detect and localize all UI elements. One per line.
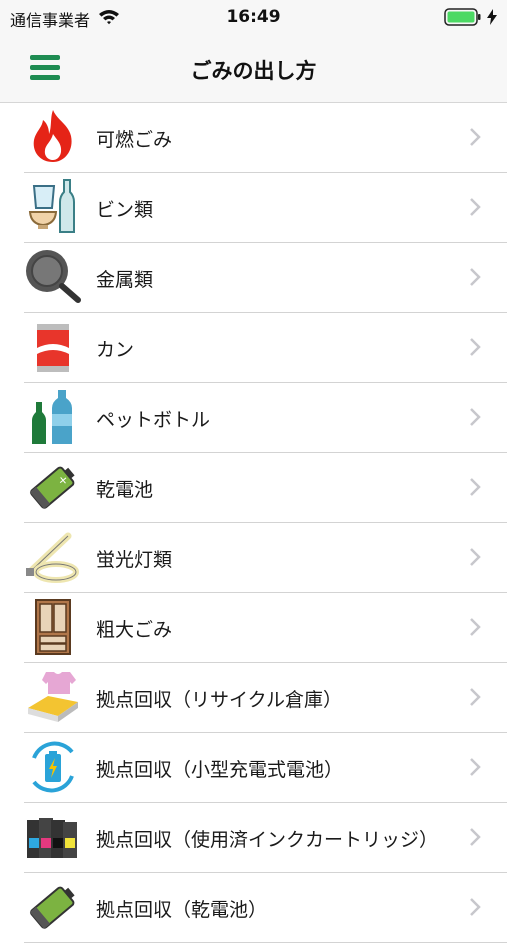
chevron-right-icon: [469, 477, 481, 497]
chevron-right-icon: [469, 127, 481, 147]
status-bar: 通信事業者 16:49: [0, 0, 507, 36]
navigation-bar: ごみの出し方: [0, 36, 507, 103]
list-item[interactable]: 拠点回収（使用済インクカートリッジ）: [24, 803, 507, 873]
list-item-label: 拠点回収（小型充電式電池）: [96, 759, 344, 781]
chevron-right-icon: [469, 687, 481, 707]
battery-cell-icon: +: [24, 458, 82, 516]
list-item[interactable]: ペットボトル: [24, 383, 507, 453]
page-title: ごみの出し方: [190, 59, 317, 83]
list-item[interactable]: 粗大ごみ: [24, 593, 507, 663]
list-item[interactable]: 拠点回収（乾電池）: [24, 873, 507, 943]
bottles-icon: [24, 178, 82, 236]
chevron-right-icon: [469, 827, 481, 847]
chevron-right-icon: [469, 407, 481, 427]
list-item-label: 拠点回収（乾電池）: [96, 899, 268, 921]
chevron-right-icon: [469, 547, 481, 567]
fire-icon: [24, 108, 82, 166]
chevron-right-icon: [469, 337, 481, 357]
pet-bottle-icon: [24, 388, 82, 446]
battery-icon: [444, 8, 482, 30]
chevron-right-icon: [469, 267, 481, 287]
battery-cell-icon: [24, 878, 82, 936]
status-time: 16:49: [226, 7, 281, 27]
list-item-label: 可燃ごみ: [96, 129, 173, 151]
ink-cartridge-icon: [24, 808, 82, 866]
list-item[interactable]: + 乾電池: [24, 453, 507, 523]
list-item[interactable]: 拠点回収（小型充電式電池）: [24, 733, 507, 803]
can-icon: [24, 318, 82, 376]
chevron-right-icon: [469, 897, 481, 917]
list-item[interactable]: カン: [24, 313, 507, 383]
list-item-label: 蛍光灯類: [96, 549, 173, 571]
list-item-label: 金属類: [96, 269, 154, 291]
clothes-newspaper-icon: [24, 668, 82, 726]
category-list: 可燃ごみ ビン類 金属類 カン ペットボトル + 乾電池 蛍光灯類 粗大ごみ 拠…: [0, 103, 507, 943]
list-item[interactable]: 蛍光灯類: [24, 523, 507, 593]
list-item-label: ビン類: [96, 199, 154, 221]
list-item[interactable]: 可燃ごみ: [24, 103, 507, 173]
list-item[interactable]: 金属類: [24, 243, 507, 313]
rechargeable-battery-icon: [24, 738, 82, 796]
list-item-label: ペットボトル: [96, 409, 211, 431]
list-item-label: カン: [96, 339, 135, 361]
chevron-right-icon: [469, 197, 481, 217]
chevron-right-icon: [469, 617, 481, 637]
list-item[interactable]: 拠点回収（リサイクル倉庫）: [24, 663, 507, 733]
frying-pan-icon: [24, 248, 82, 306]
fluorescent-lamp-icon: [24, 528, 82, 586]
list-item[interactable]: ビン類: [24, 173, 507, 243]
list-item-label: 拠点回収（使用済インクカートリッジ）: [96, 829, 439, 851]
list-item-label: 粗大ごみ: [96, 619, 173, 641]
chevron-right-icon: [469, 757, 481, 777]
list-item-label: 拠点回収（リサイクル倉庫）: [96, 689, 343, 711]
charging-bolt-icon: [487, 9, 497, 29]
list-item-label: 乾電池: [96, 479, 154, 501]
cabinet-icon: [24, 598, 82, 656]
